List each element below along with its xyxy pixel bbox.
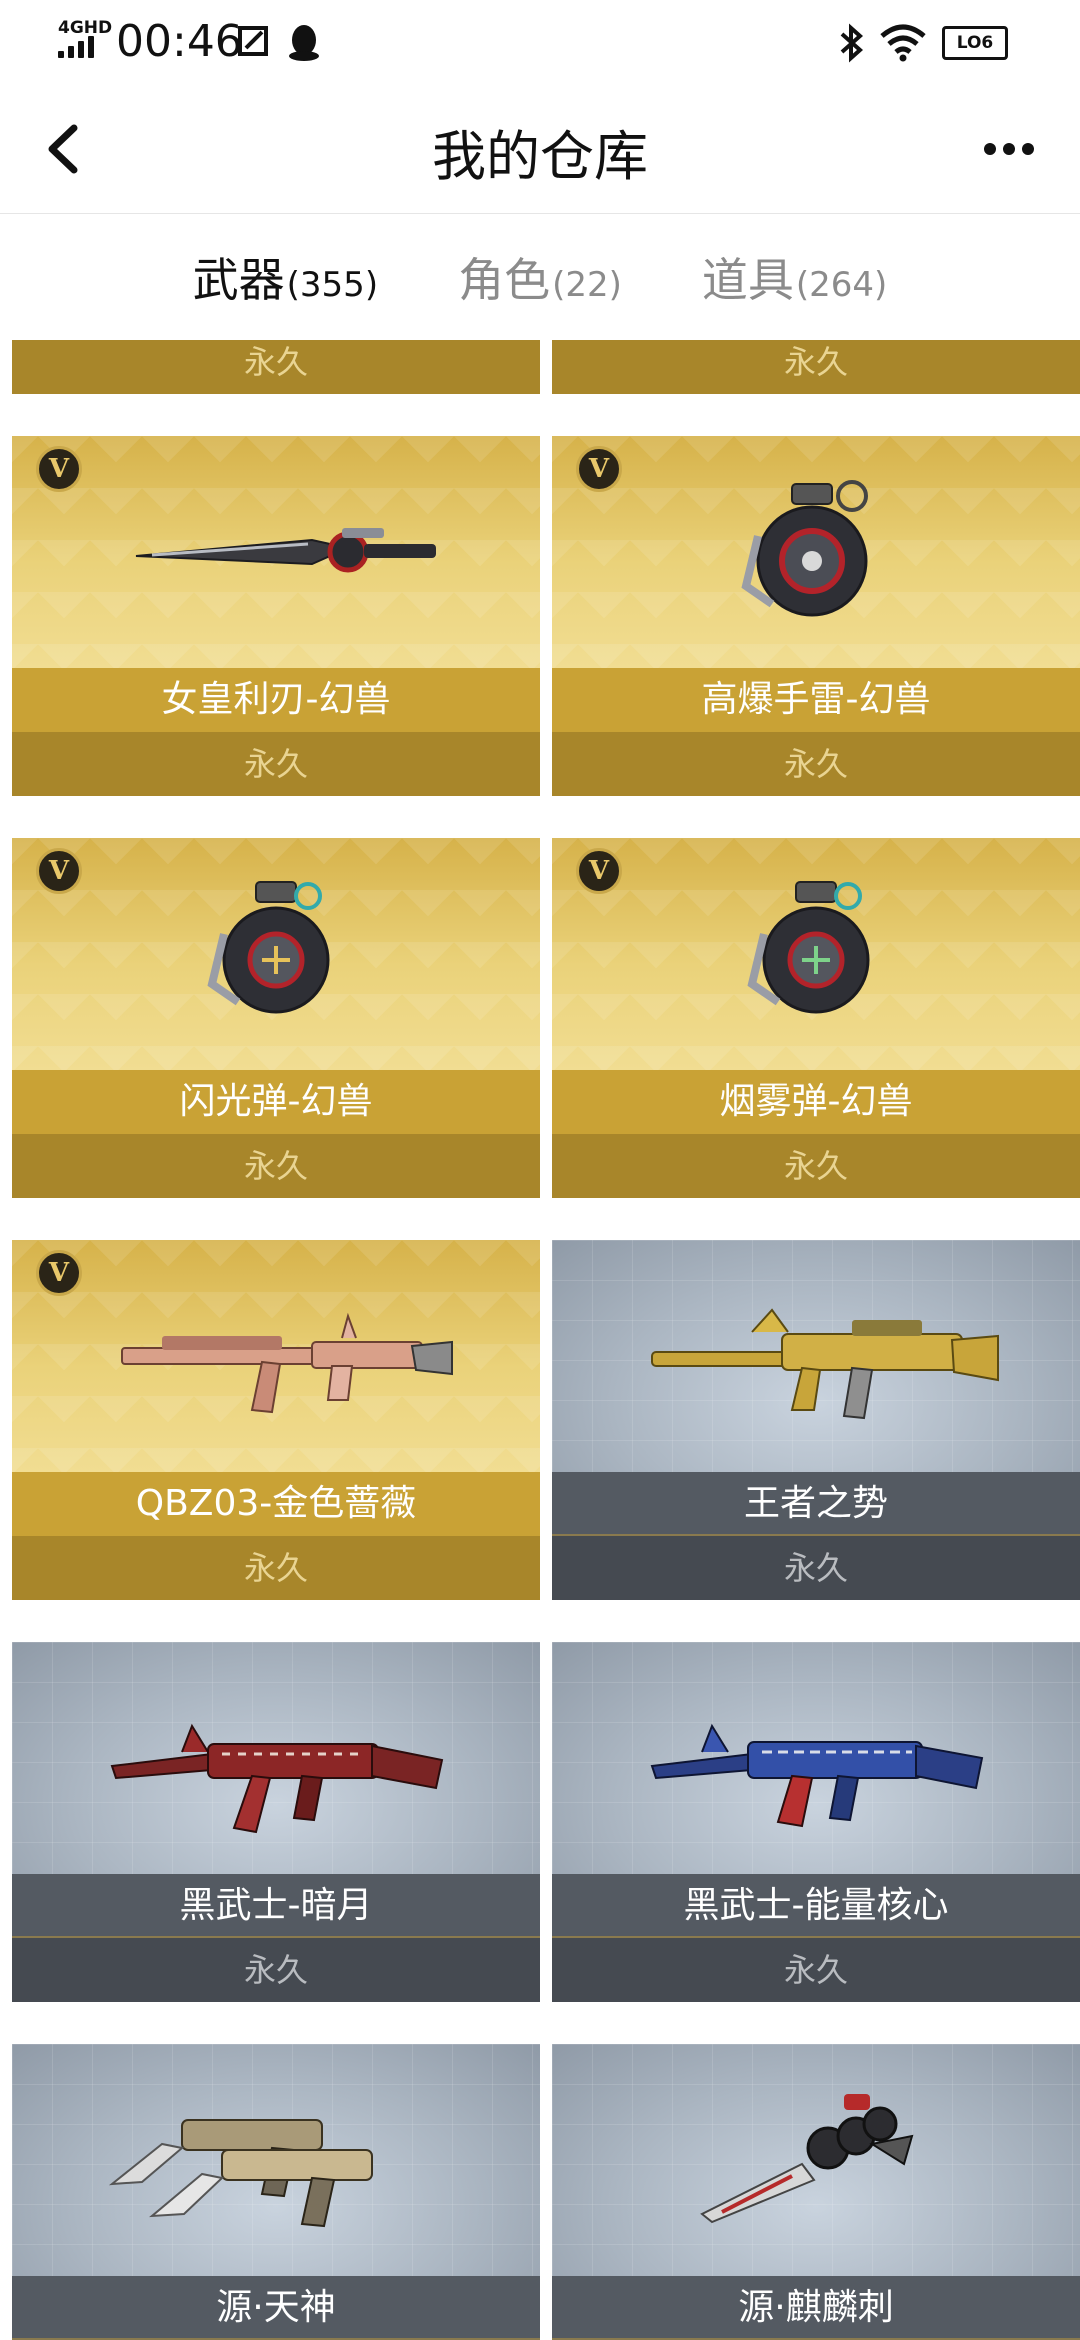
bluetooth-icon [840,23,864,63]
rifle-icon [650,1723,984,1828]
tab-count: (22) [552,265,622,305]
tab-label: 道具 [701,253,794,307]
signal-icon [58,36,104,58]
item-name: 王者之势 [552,1472,1080,1536]
tab-items[interactable]: 道具 (264) [702,244,887,310]
vip-badge-icon: V [36,446,82,492]
inventory-grid: 永久 永久 V 女皇利刃-幻兽 永久 V 高爆手雷-幻兽 永久 V 闪光弹-幻兽… [0,340,1080,2340]
duration-label: 永久 [552,1536,1080,1600]
duration-label: 永久 [12,1536,540,1600]
category-tabs: 武器 (355) 角色 (22) 道具 (264) [0,214,1080,340]
knuckle-knife-icon [700,2094,914,2224]
inventory-card[interactable]: V 闪光弹-幻兽 永久 [12,838,540,1198]
knife-icon [135,528,436,573]
status-bar: 4GHD 00:46 LO6 [0,0,1080,84]
vip-badge-icon: V [576,446,622,492]
clock: 00:46 [116,16,243,67]
rifle-icon [121,1312,453,1414]
rifle-icon [110,1723,444,1834]
item-name: 高爆手雷-幻兽 [552,668,1080,732]
vip-badge-icon: V [576,848,622,894]
battery-indicator: LO6 [942,26,1008,60]
more-dot-icon [984,143,996,155]
more-dot-icon [1022,143,1034,155]
inventory-card[interactable]: 黑武士-能量核心 永久 [552,1642,1080,2002]
more-dot-icon [1003,143,1015,155]
inventory-card[interactable]: 源·天神 永久 [12,2044,540,2340]
inventory-card[interactable]: 王者之势 永久 [552,1240,1080,1600]
grenade-icon [747,881,870,1014]
tab-label: 角色 [458,253,551,307]
item-name: 源·天神 [12,2276,540,2340]
duration-label: 永久 [552,732,1080,796]
item-name: QBZ03-金色蔷薇 [12,1472,540,1536]
inventory-card[interactable]: V 女皇利刃-幻兽 永久 [12,436,540,796]
inventory-card[interactable]: V 烟雾弹-幻兽 永久 [552,838,1080,1198]
duration-label: 永久 [12,1134,540,1198]
duration-label: 永久 [12,1938,540,2002]
item-name: 黑武士-能量核心 [552,1874,1080,1938]
duration-label: 永久 [12,340,540,394]
item-name: 烟雾弹-幻兽 [552,1070,1080,1134]
inventory-card[interactable]: V 高爆手雷-幻兽 永久 [552,436,1080,796]
vip-badge-icon: V [36,848,82,894]
item-name: 源·麒麟刺 [552,2276,1080,2340]
navigation-bar: 我的仓库 [0,84,1080,214]
item-name: 黑武士-暗月 [12,1874,540,1938]
grenade-icon [741,480,868,617]
dual-pistol-icon [108,2119,373,2228]
grenade-icon [207,881,330,1014]
screenshot-icon [238,26,268,56]
more-options-button[interactable] [974,124,1044,174]
duration-label: 永久 [552,1134,1080,1198]
inventory-card[interactable]: 永久 [12,340,540,394]
inventory-card[interactable]: 黑武士-暗月 永久 [12,1642,540,2002]
duration-label: 永久 [552,340,1080,394]
tab-count: (264) [795,265,888,305]
wifi-icon [880,24,926,62]
vip-badge-icon: V [36,1250,82,1296]
tab-label: 武器 [192,253,285,307]
duration-label: 永久 [552,1938,1080,2002]
inventory-card[interactable]: 源·麒麟刺 永久 [552,2044,1080,2340]
item-name: 女皇利刃-幻兽 [12,668,540,732]
page-title: 我的仓库 [432,125,648,188]
rifle-icon [651,1308,999,1420]
item-name: 闪光弹-幻兽 [12,1070,540,1134]
inventory-card[interactable]: V QBZ03-金色蔷薇 永久 [12,1240,540,1600]
tab-characters[interactable]: 角色 (22) [458,244,622,310]
duration-label: 永久 [12,732,540,796]
tab-count: (355) [286,265,379,305]
qq-penguin-icon [289,25,319,61]
tab-weapons[interactable]: 武器 (355) [193,244,378,310]
network-type: 4GHD [58,18,113,38]
inventory-card[interactable]: 永久 [552,340,1080,394]
